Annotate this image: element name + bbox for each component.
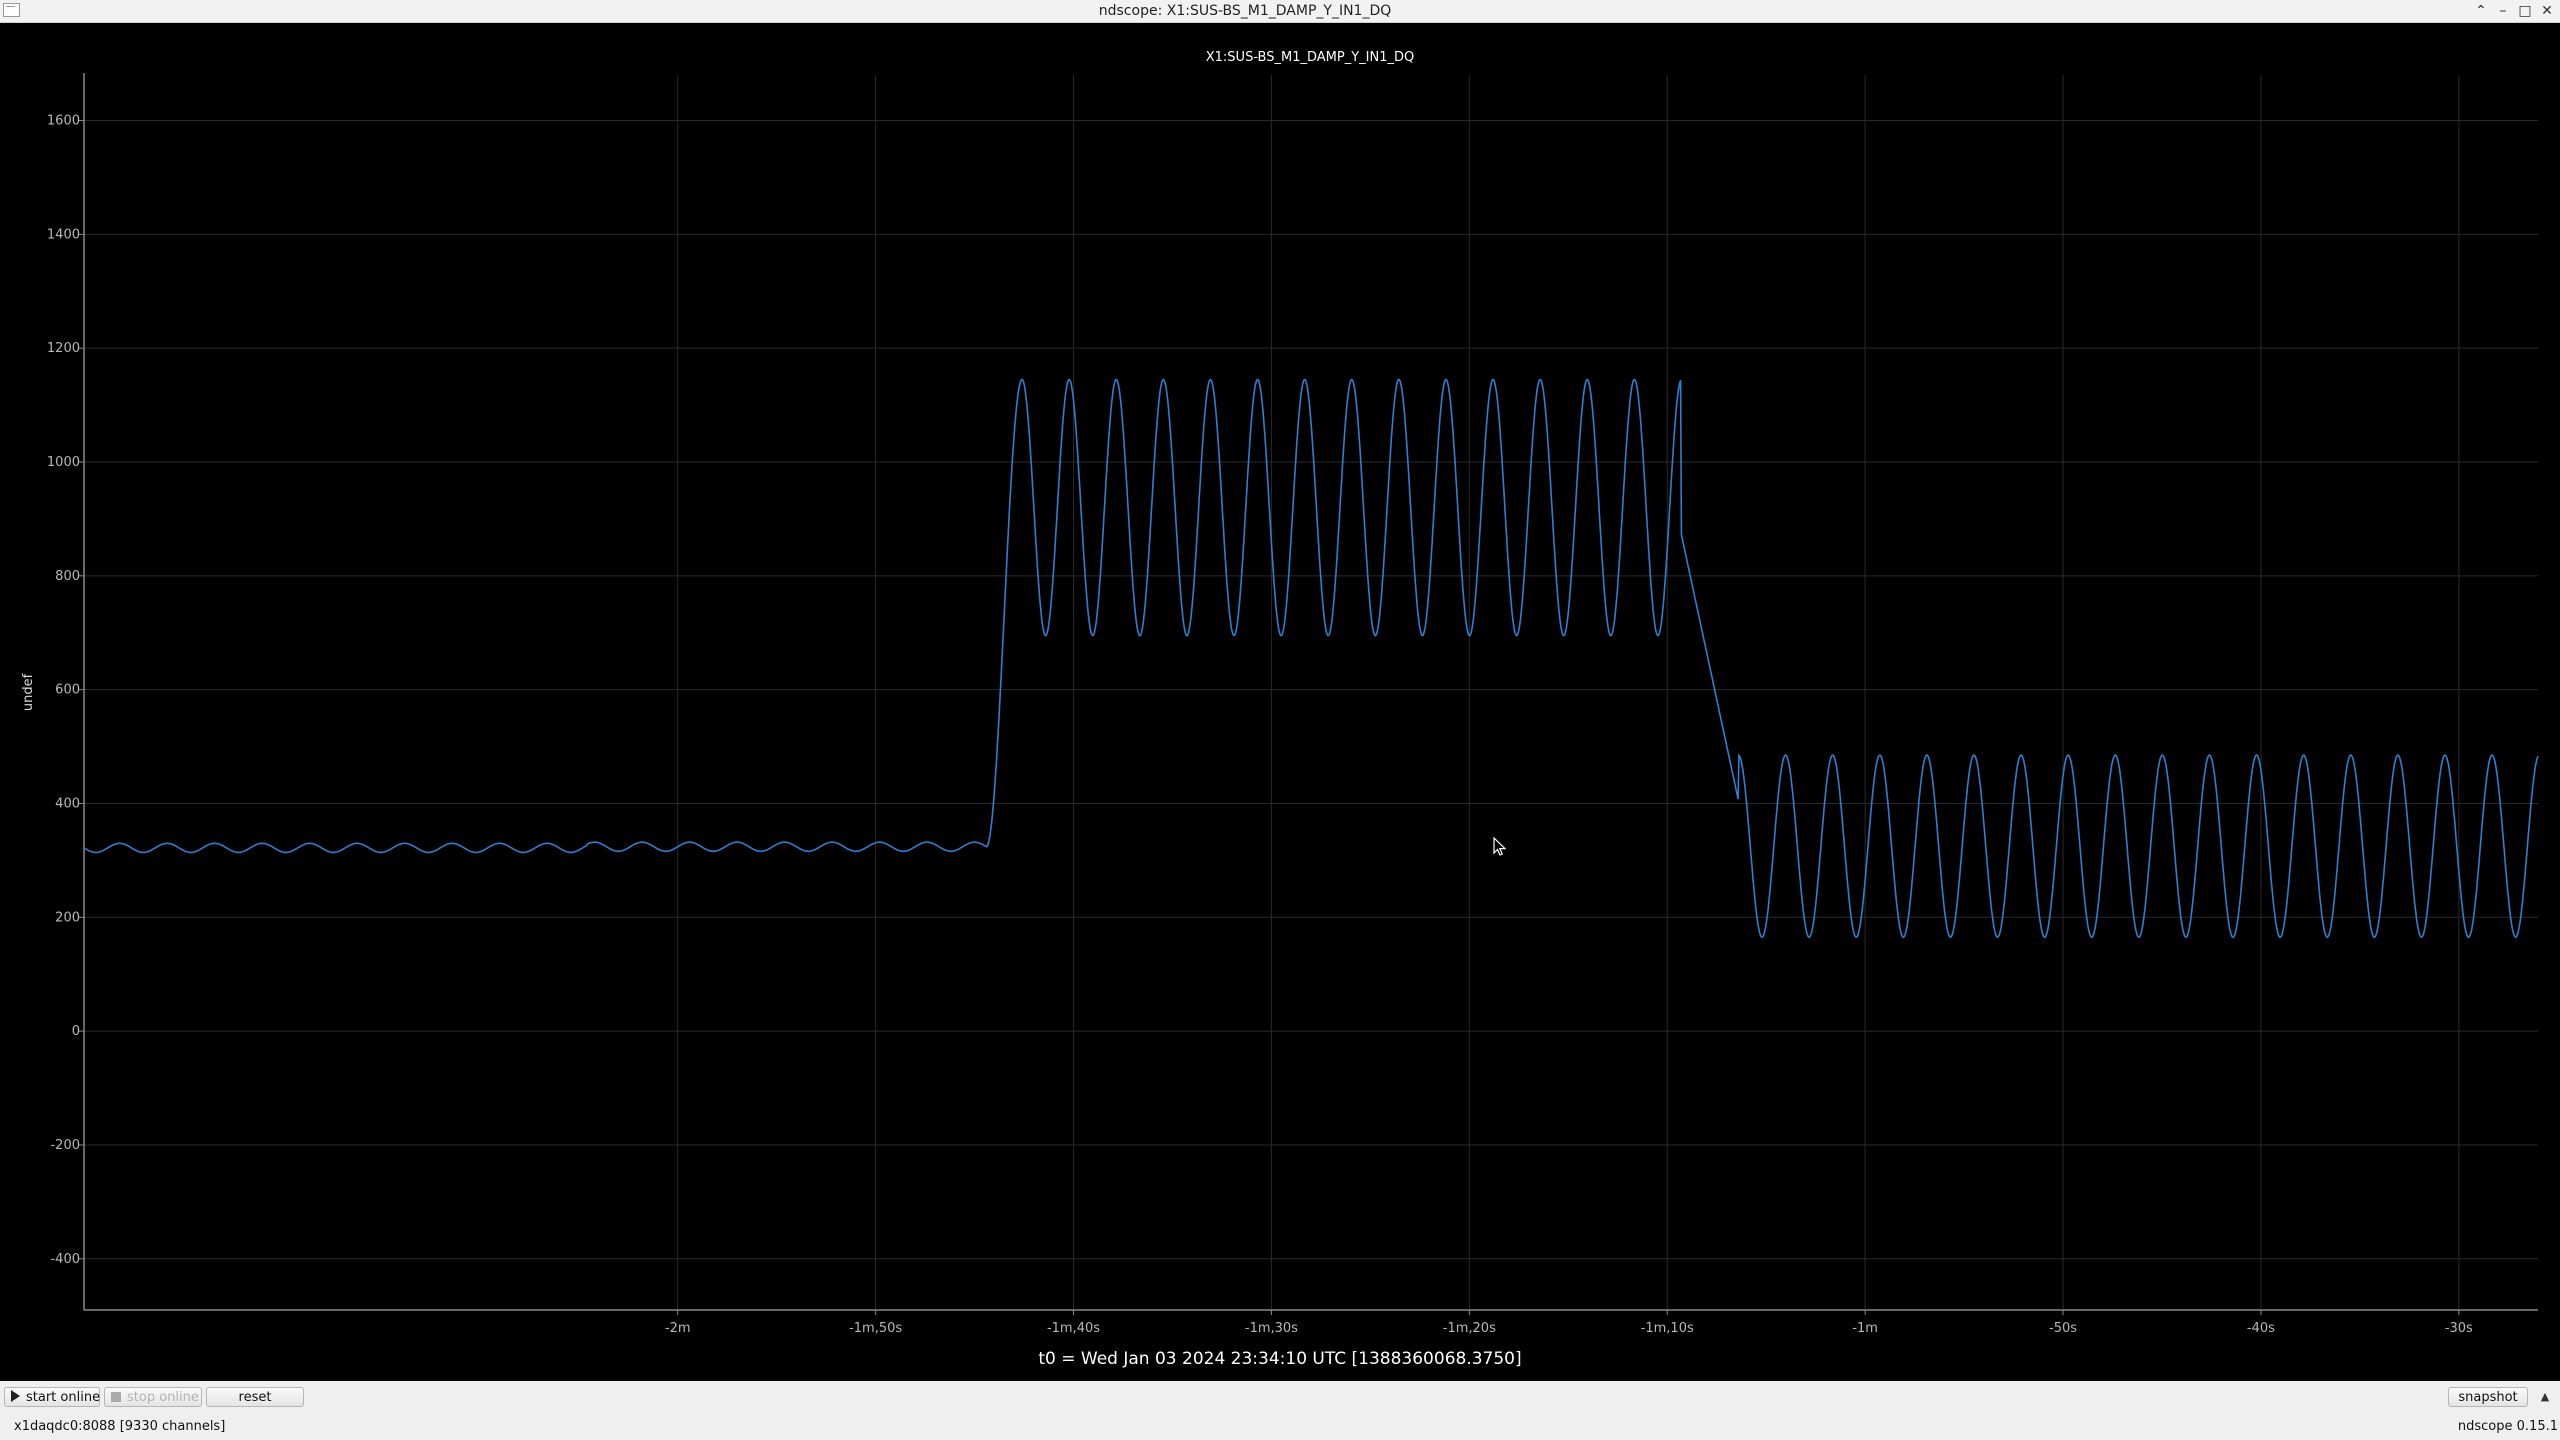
y-tick-label: 200 bbox=[55, 910, 80, 925]
y-tick-label: -400 bbox=[50, 1252, 80, 1267]
stop-online-label: stop online bbox=[127, 1390, 199, 1405]
x-tick-label: -1m,30s bbox=[1245, 1321, 1298, 1336]
x-tick-label: -2m bbox=[665, 1321, 691, 1336]
y-tick-label: 1200 bbox=[47, 341, 80, 356]
y-tick-label: 800 bbox=[55, 569, 80, 584]
t0-label: t0 = Wed Jan 03 2024 23:34:10 UTC [13883… bbox=[1038, 1349, 1522, 1369]
x-tick-label: -50s bbox=[2049, 1321, 2077, 1336]
reset-button[interactable]: reset bbox=[206, 1387, 304, 1407]
y-tick-label: -200 bbox=[50, 1138, 80, 1153]
y-tick-label: 600 bbox=[55, 683, 80, 698]
x-tick-label: -1m,10s bbox=[1641, 1321, 1694, 1336]
stop-online-button[interactable]: stop online bbox=[104, 1387, 202, 1407]
y-tick-label: 1400 bbox=[47, 227, 80, 242]
maximize-button[interactable]: □ bbox=[2514, 0, 2536, 22]
snapshot-button[interactable]: snapshot bbox=[2448, 1387, 2528, 1407]
status-bar: x1daqdc0:8088 [9330 channels] ndscope 0.… bbox=[0, 1412, 2560, 1440]
y-tick-label: 1000 bbox=[47, 455, 80, 470]
minimize-button[interactable]: – bbox=[2492, 0, 2514, 22]
y-axis-label: undef bbox=[21, 673, 36, 711]
x-tick-label: -30s bbox=[2445, 1321, 2473, 1336]
plot-area[interactable]: X1:SUS-BS_M1_DAMP_Y_IN1_DQ -400 -200 0 200 4… bbox=[0, 23, 2560, 1381]
grid-layer bbox=[84, 75, 2538, 1310]
control-bar: start online stop online reset snapshot … bbox=[0, 1382, 2560, 1412]
trace-line bbox=[83, 378, 2539, 939]
mouse-cursor-icon bbox=[1493, 837, 1507, 856]
trace-layer bbox=[83, 378, 2539, 939]
chevron-up-icon[interactable]: ▲ bbox=[2535, 1388, 2555, 1406]
start-online-button[interactable]: start online bbox=[4, 1387, 100, 1407]
x-tick-label: -40s bbox=[2247, 1321, 2275, 1336]
start-online-label: start online bbox=[26, 1390, 101, 1405]
version-label: ndscope 0.15.1 bbox=[2457, 1419, 2558, 1434]
stop-icon bbox=[111, 1392, 121, 1402]
x-tick-label: -1m,40s bbox=[1047, 1321, 1100, 1336]
x-tick-label: -1m,50s bbox=[849, 1321, 902, 1336]
y-tick-label: 1600 bbox=[47, 114, 80, 129]
server-status: x1daqdc0:8088 [9330 channels] bbox=[14, 1419, 226, 1434]
window-title: ndscope: X1:SUS-BS_M1_DAMP_Y_IN1_DQ bbox=[1098, 3, 1392, 19]
play-icon bbox=[11, 1390, 20, 1402]
axis-layer: -400 -200 0 200 400 600 800 1000 1200 1400 1600 -2m… bbox=[21, 73, 2538, 1336]
close-button[interactable]: ✕ bbox=[2536, 0, 2558, 22]
x-tick-label: -1m bbox=[1852, 1321, 1878, 1336]
x-tick-label: -1m,20s bbox=[1443, 1321, 1496, 1336]
y-tick-label: 400 bbox=[55, 796, 80, 811]
plot-canvas[interactable]: -400 -200 0 200 400 600 800 1000 1200 1400 1600 -2m… bbox=[0, 23, 2560, 1381]
restore-icon[interactable]: ⌃ bbox=[2470, 0, 2492, 22]
y-tick-label: 0 bbox=[72, 1024, 80, 1039]
window-titlebar: ndscope: X1:SUS-BS_M1_DAMP_Y_IN1_DQ ⌃ – … bbox=[0, 0, 2560, 23]
